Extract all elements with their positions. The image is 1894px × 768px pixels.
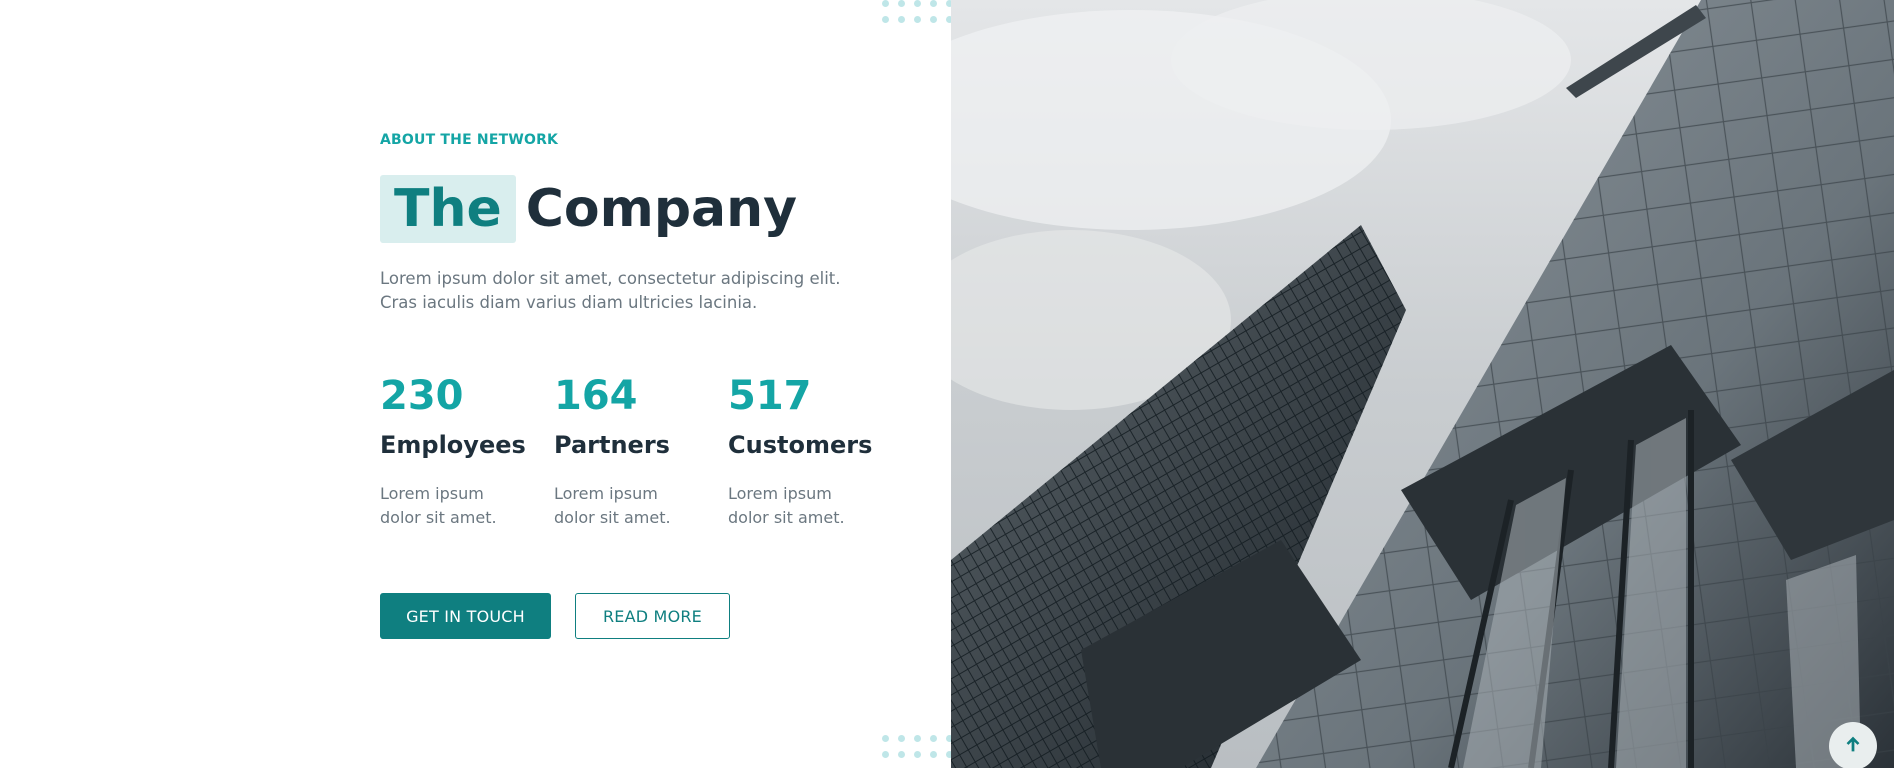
stat-label: Employees [380,431,526,459]
stat-number: 164 [554,373,638,419]
stat-label: Customers [728,431,873,459]
scroll-to-top-button[interactable] [1829,722,1877,768]
stat-label: Partners [554,431,670,459]
stat-partners: 164 Partners Lorem ipsum dolor sit amet. [554,370,714,530]
arrow-up-icon [1842,733,1864,759]
read-more-button[interactable]: READ MORE [575,593,730,639]
building-photo [951,0,1894,768]
title-rest: Company [525,179,798,239]
about-section: ABOUT THE NETWORK The Company Lorem ipsu… [0,0,1017,768]
stat-description: Lorem ipsum dolor sit amet. [554,484,671,527]
stat-number: 517 [728,373,812,419]
stat-customers: 517 Customers Lorem ipsum dolor sit amet… [728,370,888,530]
title-highlight: The [380,175,516,243]
stats-row: 230 Employees Lorem ipsum dolor sit amet… [380,370,900,540]
get-in-touch-button[interactable]: GET IN TOUCH [380,593,551,639]
section-title: The Company [380,175,797,243]
section-eyebrow: ABOUT THE NETWORK [380,132,559,148]
stat-description: Lorem ipsum dolor sit amet. [380,484,497,527]
stat-employees: 230 Employees Lorem ipsum dolor sit amet… [380,370,540,530]
stat-description: Lorem ipsum dolor sit amet. [728,484,845,527]
stat-number: 230 [380,373,464,419]
section-description: Lorem ipsum dolor sit amet, consectetur … [380,269,841,312]
